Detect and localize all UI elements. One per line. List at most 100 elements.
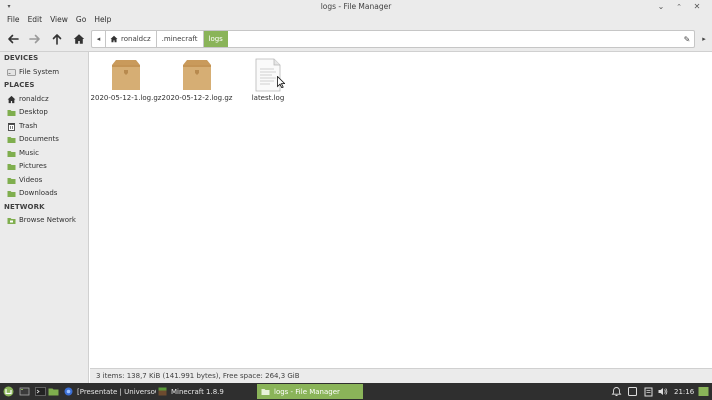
network-icon [7, 216, 16, 225]
menu-file[interactable]: File [3, 15, 24, 24]
sidebar-item-ronaldcz[interactable]: ronaldcz [7, 93, 49, 105]
desktop-icon [19, 387, 30, 396]
sidebar-item-label: Trash [19, 122, 38, 130]
path-scroll-right-icon[interactable]: ▸ [698, 30, 710, 48]
sidebar-item-trash[interactable]: Trash [7, 120, 38, 132]
up-button[interactable] [48, 30, 66, 48]
folder-icon [7, 149, 16, 158]
path-bar-empty[interactable] [228, 31, 680, 47]
folder-icon [7, 176, 16, 185]
mouse-cursor-icon [277, 76, 285, 88]
menu-help[interactable]: Help [90, 15, 115, 24]
sidebar-item-label: Documents [19, 135, 59, 143]
clipboard-icon[interactable] [642, 385, 655, 398]
menu-edit[interactable]: Edit [24, 15, 47, 24]
arrow-left-icon [8, 34, 19, 44]
minimize-icon[interactable]: ⌄ [654, 0, 668, 13]
taskbar-window-browser[interactable]: [Presentate | UniversoCraf... [60, 384, 156, 399]
folder-icon [7, 189, 16, 198]
home-icon [7, 95, 16, 104]
workspace-icon [698, 387, 709, 396]
folder-icon [7, 162, 16, 171]
sidebar-header-places: PLACES [4, 81, 35, 89]
drive-icon [7, 68, 16, 77]
taskbar-window-minecraft[interactable]: Minecraft 1.8.9 [154, 384, 254, 399]
file-item[interactable]: 2020-05-12-1.log.gz [90, 58, 162, 102]
files-launcher[interactable] [47, 385, 60, 398]
archive-icon [181, 58, 213, 92]
maximize-icon[interactable]: ⌃ [672, 0, 686, 13]
path-segment-home[interactable]: ronaldcz [106, 31, 157, 47]
taskbar-window-file-manager[interactable]: logs - File Manager [257, 384, 363, 399]
sidebar-item-label: ronaldcz [19, 95, 49, 103]
sidebar-item-documents[interactable]: Documents [7, 133, 59, 145]
sidebar-item-label: File System [19, 68, 60, 76]
terminal-launcher[interactable] [34, 385, 47, 398]
path-segment-logs[interactable]: logs [203, 31, 228, 47]
edit-path-icon[interactable]: ✎ [680, 31, 694, 47]
home-icon [73, 34, 85, 44]
file-name: 2020-05-12-1.log.gz [90, 94, 162, 102]
mint-logo-icon [3, 386, 14, 397]
status-text: 3 items: 138,7 KiB (141.991 bytes), Free… [96, 372, 300, 380]
home-icon [110, 35, 118, 43]
folder-icon [261, 387, 270, 396]
taskbar: [Presentate | UniversoCraf... Minecraft … [0, 383, 712, 400]
sidebar-item-label: Desktop [19, 108, 48, 116]
title-bar: ▾ logs - File Manager ⌄ ⌃ ✕ [0, 0, 712, 13]
sidebar-header-network: NETWORK [4, 203, 45, 211]
folder-icon [48, 388, 59, 396]
file-item[interactable]: latest.log [232, 58, 304, 102]
minecraft-icon [158, 387, 167, 396]
path-segment-label: .minecraft [161, 35, 198, 43]
notifications-icon[interactable] [610, 385, 623, 398]
window-list-icon[interactable] [626, 385, 639, 398]
browser-icon [64, 387, 73, 396]
home-button[interactable] [70, 30, 88, 48]
path-bar: ◂ ronaldcz .minecraft logs ✎ [91, 30, 695, 48]
sidebar-item-downloads[interactable]: Downloads [7, 187, 57, 199]
status-bar: 3 items: 138,7 KiB (141.991 bytes), Free… [90, 368, 712, 383]
path-scroll-left-icon[interactable]: ◂ [92, 31, 106, 47]
close-icon[interactable]: ✕ [690, 0, 704, 13]
sidebar-item-browse-network[interactable]: Browse Network [7, 214, 76, 226]
arrow-up-icon [52, 34, 62, 45]
archive-icon [110, 58, 142, 92]
sidebar-item-label: Downloads [19, 189, 58, 197]
sidebar-item-label: Music [19, 149, 39, 157]
menu-view[interactable]: View [46, 15, 72, 24]
trash-icon [7, 122, 16, 131]
sidebar-item-label: Videos [19, 176, 43, 184]
arrow-right-icon [29, 34, 40, 44]
sidebar-item-videos[interactable]: Videos [7, 174, 42, 186]
sidebar-item-music[interactable]: Music [7, 147, 39, 159]
folder-icon [7, 108, 16, 117]
sidebar-item-label: Pictures [19, 162, 47, 170]
sidebar-item-pictures[interactable]: Pictures [7, 160, 47, 172]
file-item[interactable]: 2020-05-12-2.log.gz [161, 58, 233, 102]
workspace-switcher[interactable] [697, 385, 710, 398]
back-button[interactable] [4, 30, 22, 48]
sidebar-header-devices: DEVICES [4, 54, 39, 62]
taskbar-window-label: [Presentate | UniversoCraf... [77, 387, 156, 396]
show-desktop-button[interactable] [18, 385, 31, 398]
volume-icon[interactable] [656, 385, 669, 398]
sidebar-item-label: Browse Network [19, 216, 76, 224]
file-view[interactable]: 2020-05-12-1.log.gz 2020-05-12-2.log.gz … [90, 52, 712, 368]
sidebar-item-file-system[interactable]: File System [7, 66, 59, 78]
file-name: 2020-05-12-2.log.gz [161, 94, 233, 102]
terminal-icon [35, 387, 46, 396]
menu-bar: File Edit View Go Help [0, 13, 712, 26]
clock[interactable]: 21:16 [674, 383, 694, 400]
start-menu-button[interactable] [2, 385, 15, 398]
taskbar-window-label: logs - File Manager [274, 387, 340, 396]
menu-go[interactable]: Go [72, 15, 90, 24]
path-segment-label: logs [208, 35, 223, 43]
path-segment-minecraft[interactable]: .minecraft [157, 31, 204, 47]
forward-button[interactable] [26, 30, 44, 48]
path-segment-label: ronaldcz [121, 35, 151, 43]
sidebar-item-desktop[interactable]: Desktop [7, 106, 48, 118]
window-menu-icon[interactable]: ▾ [2, 0, 16, 13]
file-name: latest.log [251, 94, 285, 102]
folder-icon [7, 135, 16, 144]
